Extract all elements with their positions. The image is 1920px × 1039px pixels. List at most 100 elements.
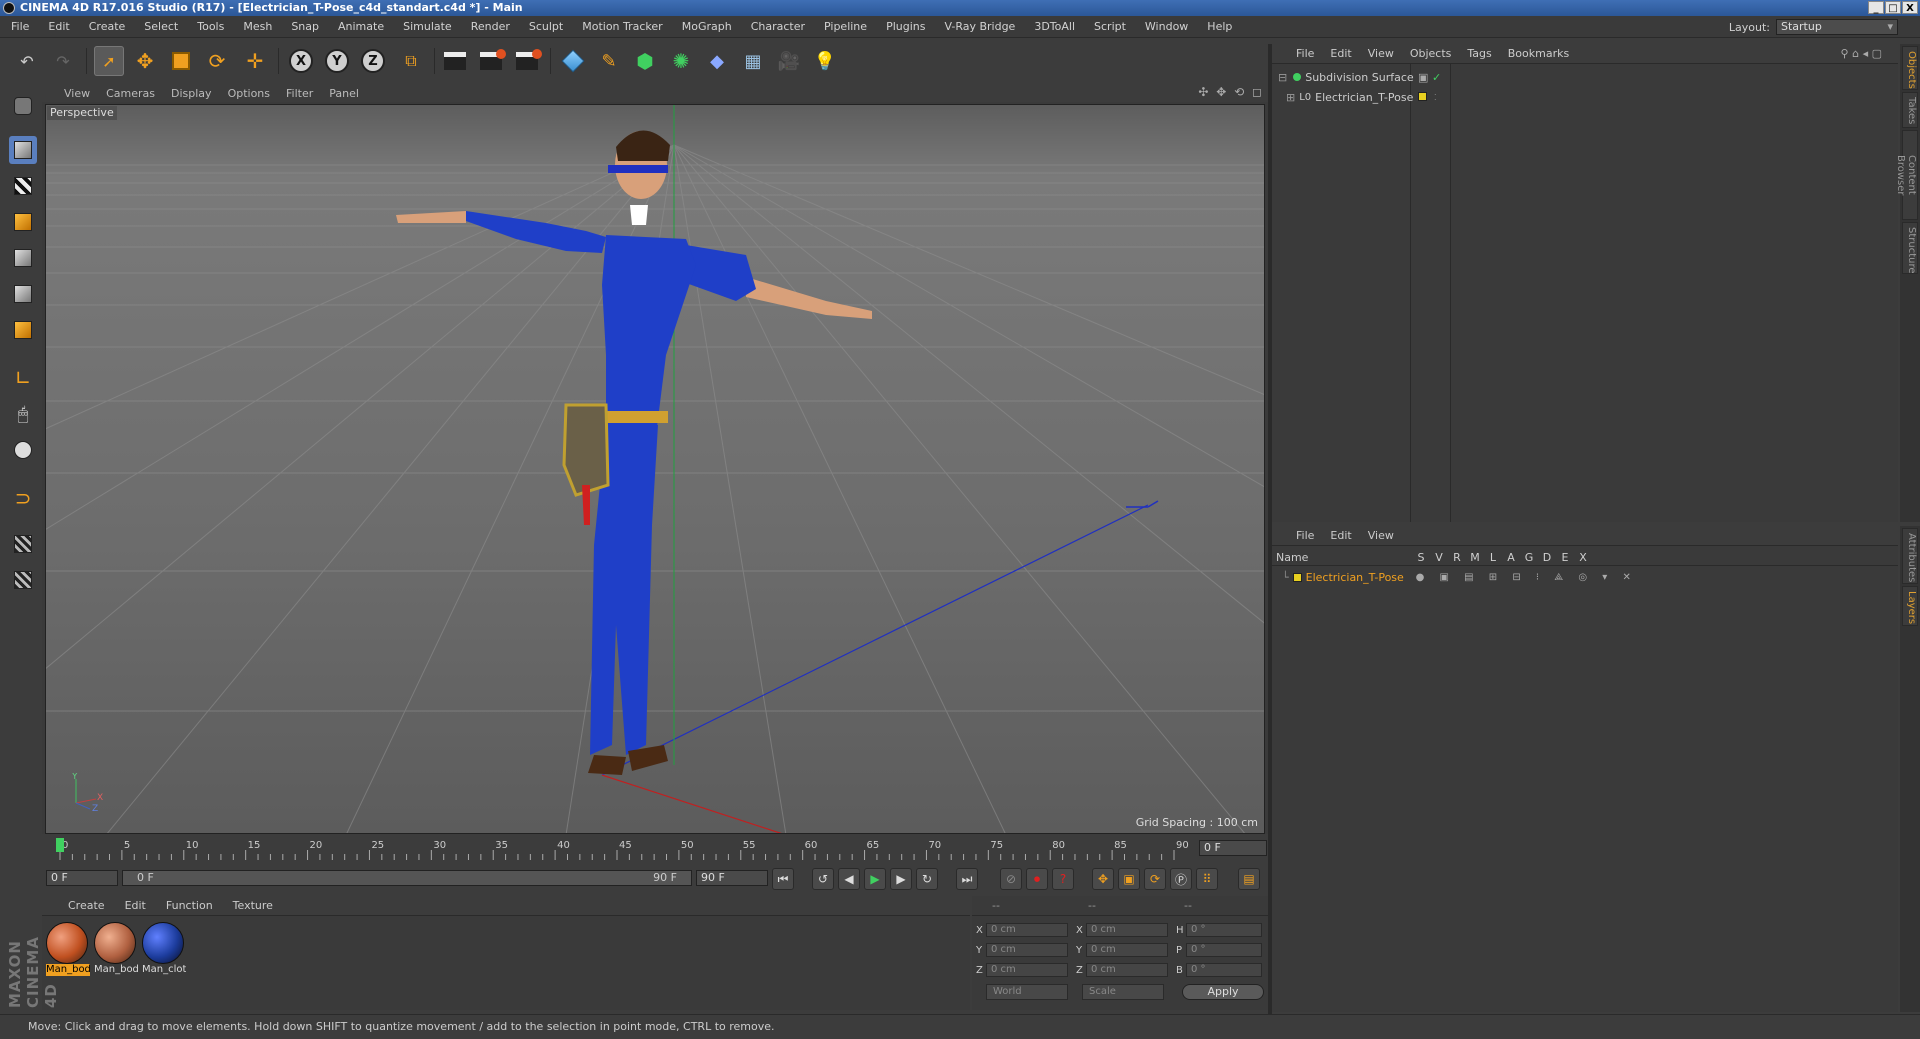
- menu-sculpt[interactable]: Sculpt: [518, 20, 571, 33]
- previous-frame-icon[interactable]: ◀: [838, 868, 860, 890]
- menu-animate[interactable]: Animate: [327, 20, 392, 33]
- object-row[interactable]: ⊟ Subdivision Surface ▣ ✓: [1272, 68, 1898, 86]
- expand-toggle-icon[interactable]: ⊟: [1278, 71, 1287, 84]
- previous-key-icon[interactable]: ↺: [812, 868, 834, 890]
- size-x-field[interactable]: 0 cm: [1086, 923, 1168, 937]
- next-frame-icon[interactable]: ▶: [890, 868, 912, 890]
- visibility-dots-icon[interactable]: ⁚: [1434, 93, 1437, 102]
- layer-color-icon[interactable]: [1418, 92, 1427, 101]
- layer-col-xref[interactable]: X: [1574, 551, 1592, 564]
- menu-pipeline[interactable]: Pipeline: [813, 20, 875, 33]
- material-menu-create[interactable]: Create: [58, 899, 115, 912]
- expand-toggle-icon[interactable]: ⊞: [1286, 91, 1295, 104]
- layer-col-render[interactable]: R: [1448, 551, 1466, 564]
- minimize-button[interactable]: _: [1868, 1, 1884, 14]
- tweak-mode-icon[interactable]: 🖱: [9, 400, 37, 428]
- objmgr-menu-view[interactable]: View: [1360, 47, 1402, 60]
- current-frame-field[interactable]: 0 F: [1199, 840, 1267, 856]
- tab-content-browser[interactable]: Content Browser: [1895, 130, 1918, 220]
- go-to-start-icon[interactable]: ⏮: [772, 868, 794, 890]
- layer-col-view[interactable]: V: [1430, 551, 1448, 564]
- move-icon[interactable]: ✥: [130, 46, 160, 76]
- key-pla-icon[interactable]: ⠿: [1196, 868, 1218, 890]
- undo-icon[interactable]: ↶: [12, 46, 42, 76]
- workplane-mode-icon[interactable]: [9, 208, 37, 236]
- points-mode-icon[interactable]: [9, 244, 37, 272]
- x-axis-icon[interactable]: X: [286, 46, 316, 76]
- coordinate-system-icon[interactable]: ⧉: [396, 46, 426, 76]
- menu-mesh[interactable]: Mesh: [232, 20, 280, 33]
- z-axis-icon[interactable]: Z: [358, 46, 388, 76]
- light-icon[interactable]: 💡: [810, 46, 840, 76]
- layout-dropdown[interactable]: Startup: [1776, 19, 1898, 35]
- polygons-mode-icon[interactable]: [9, 316, 37, 344]
- menu-script[interactable]: Script: [1083, 20, 1134, 33]
- frame-range-slider[interactable]: 0 F 90 F: [122, 870, 692, 886]
- objmgr-nav-icons[interactable]: ⚲ ⌂ ◂ ▢: [1833, 47, 1890, 60]
- objmgr-menu-file[interactable]: File: [1288, 47, 1322, 60]
- layer-color-icon[interactable]: [1292, 572, 1302, 582]
- position-z-field[interactable]: 0 cm: [986, 963, 1068, 977]
- viewport-menu-filter[interactable]: Filter: [278, 87, 321, 100]
- menu-mograph[interactable]: MoGraph: [671, 20, 740, 33]
- position-y-field[interactable]: 0 cm: [986, 943, 1068, 957]
- scale-dropdown[interactable]: Scale: [1082, 984, 1164, 1000]
- viewport-menu-view[interactable]: View: [56, 87, 98, 100]
- tab-structure[interactable]: Structure: [1902, 222, 1918, 274]
- subdivision-icon[interactable]: ⬢: [630, 46, 660, 76]
- maximize-button[interactable]: □: [1885, 1, 1901, 14]
- make-editable-icon[interactable]: [9, 92, 37, 120]
- y-axis-icon[interactable]: Y: [322, 46, 352, 76]
- menu-tools[interactable]: Tools: [186, 20, 232, 33]
- layer-col-solo[interactable]: S: [1412, 551, 1430, 564]
- deformer-icon[interactable]: ◆: [702, 46, 732, 76]
- workplane-lock-icon[interactable]: [9, 530, 37, 558]
- material-swatch[interactable]: Man_clot: [142, 922, 186, 978]
- menu-vray-bridge[interactable]: V-Ray Bridge: [933, 20, 1023, 33]
- layer-col-animation[interactable]: A: [1502, 551, 1520, 564]
- menu-help[interactable]: Help: [1196, 20, 1240, 33]
- timeline-ruler[interactable]: 0 5 10 15 20 25 30 35 40 45 50 55 60 65 70 75 80 85 90: [56, 838, 1192, 860]
- key-position-icon[interactable]: ✥: [1092, 868, 1114, 890]
- layer-toggle-icons[interactable]: ● ▣ ▤ ⊞ ⊟ ⁝ ⟁ ◎ ▾ ✕: [1416, 572, 1637, 583]
- viewport-menu-cameras[interactable]: Cameras: [98, 87, 163, 100]
- viewport-menu-display[interactable]: Display: [163, 87, 220, 100]
- tab-takes[interactable]: Takes: [1902, 92, 1918, 128]
- menu-edit[interactable]: Edit: [37, 20, 77, 33]
- timeline-window-icon[interactable]: ▤: [1238, 868, 1260, 890]
- rotation-h-field[interactable]: 0 °: [1186, 923, 1262, 937]
- menu-render[interactable]: Render: [460, 20, 518, 33]
- close-button[interactable]: X: [1902, 1, 1918, 14]
- menu-create[interactable]: Create: [78, 20, 134, 33]
- objmgr-menu-edit[interactable]: Edit: [1322, 47, 1359, 60]
- layermgr-menu-file[interactable]: File: [1288, 529, 1322, 542]
- viewport-perspective[interactable]: Perspective Y X Z Grid Spacing : 100 cm: [45, 104, 1265, 834]
- play-icon[interactable]: ▶: [864, 868, 886, 890]
- material-menu-function[interactable]: Function: [156, 899, 223, 912]
- autokey-icon[interactable]: ?: [1052, 868, 1074, 890]
- recent-tool-icon[interactable]: ✛: [240, 46, 270, 76]
- objmgr-menu-tags[interactable]: Tags: [1459, 47, 1499, 60]
- world-dropdown[interactable]: World: [986, 984, 1068, 1000]
- editor-visibility-icon[interactable]: ▣: [1418, 71, 1428, 84]
- menu-3dtoall[interactable]: 3DToAll: [1023, 20, 1083, 33]
- layer-col-manager[interactable]: M: [1466, 551, 1484, 564]
- tab-attributes[interactable]: Attributes: [1902, 528, 1918, 584]
- tab-objects[interactable]: Objects: [1902, 46, 1918, 90]
- next-key-icon[interactable]: ↻: [916, 868, 938, 890]
- size-z-field[interactable]: 0 cm: [1086, 963, 1168, 977]
- objmgr-menu-objects[interactable]: Objects: [1402, 47, 1460, 60]
- viewport-nav-icons[interactable]: ✣ ✥ ⟲ ◻: [1198, 85, 1264, 99]
- rotation-p-field[interactable]: 0 °: [1186, 943, 1262, 957]
- enabled-check-icon[interactable]: ✓: [1432, 71, 1441, 84]
- edges-mode-icon[interactable]: [9, 280, 37, 308]
- layer-row[interactable]: └ Electrician_T-Pose ● ▣ ▤ ⊞ ⊟ ⁝ ⟁ ◎ ▾ ✕: [1272, 568, 1898, 586]
- layer-col-generators[interactable]: G: [1520, 551, 1538, 564]
- apply-button[interactable]: Apply: [1182, 984, 1264, 1000]
- menu-plugins[interactable]: Plugins: [875, 20, 933, 33]
- rotate-icon[interactable]: ⟳: [202, 46, 232, 76]
- live-selection-icon[interactable]: ➚: [94, 46, 124, 76]
- menu-file[interactable]: File: [0, 20, 37, 33]
- axis-mode-icon[interactable]: ∟: [9, 364, 37, 392]
- snap-icon[interactable]: [9, 436, 37, 464]
